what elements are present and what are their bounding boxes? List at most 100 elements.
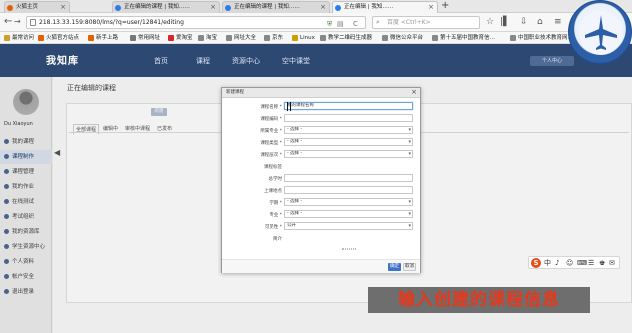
close-tab-icon[interactable]: × (428, 2, 434, 13)
menu-icon[interactable]: ☰ (588, 258, 594, 269)
menu-icon[interactable]: ≡ (554, 16, 562, 28)
page-info-icon[interactable] (30, 19, 36, 26)
close-tab-icon[interactable]: × (210, 2, 216, 13)
tab-label: 正在编辑的课程 | 我知…… (234, 4, 300, 10)
field-label: 课程类型 * (260, 141, 282, 146)
forward-icon[interactable]: → (14, 16, 21, 28)
browser-tab[interactable]: 正在编辑的课程 | 我知…… × (112, 1, 220, 13)
bookmark-item[interactable]: 网址大全 (226, 33, 256, 43)
browser-tab[interactable]: 正在编辑的课程 | 我知…… × (222, 1, 330, 13)
dialog-footer: 确定 取消 (222, 259, 420, 273)
bookmark-item[interactable]: 淘宝 (198, 33, 217, 43)
header-user-button[interactable]: 个人中心 (530, 56, 574, 66)
bookmark-icon (130, 35, 136, 41)
bookmark-icon (198, 35, 204, 41)
specialty-select[interactable]: - 选择 - ▾ (284, 210, 413, 218)
url-text: 218.13.33.159:8080/lms/?q=user/12841/edi… (39, 19, 184, 26)
bookmark-star-icon[interactable]: ☆ (486, 16, 494, 28)
location-input[interactable] (284, 186, 413, 194)
keyboard-icon[interactable]: ⌨ (577, 258, 587, 269)
resize-handle[interactable] (342, 248, 356, 250)
site-logo[interactable]: 我知库 (46, 52, 82, 67)
bookmark-item[interactable]: Linux (292, 33, 315, 43)
course-name-input[interactable]: 我的课程名称 (284, 102, 413, 110)
bookmark-item[interactable]: 京东 (264, 33, 283, 43)
field-label: 所属专业 * (260, 129, 282, 134)
bookmark-item[interactable]: 常用网址 (130, 33, 160, 43)
home-icon[interactable]: ⌂ (537, 16, 543, 28)
chinese-mode-icon[interactable]: 中 (544, 258, 551, 269)
bookmark-icon (168, 35, 174, 41)
chevron-down-icon: ▾ (408, 199, 411, 205)
course-code-input[interactable] (284, 114, 413, 122)
bookmark-item[interactable]: 中国职业技术教育网… (510, 33, 573, 43)
course-type-select[interactable]: - 选择 - ▾ (284, 138, 413, 146)
field-label: 课程名称 * (260, 105, 282, 110)
bookmark-icon (382, 35, 388, 41)
text-cursor-icon (287, 102, 291, 111)
total-hours-input[interactable] (284, 174, 413, 182)
sogou-logo-icon[interactable]: S (531, 258, 541, 268)
bookmark-icon (38, 35, 44, 41)
punctuation-icon[interactable]: ♪ (555, 258, 559, 269)
bookmark-icon (432, 35, 438, 41)
skin-icon[interactable]: ♚ (599, 258, 605, 269)
semester-select[interactable]: - 选择 - ▾ (284, 198, 413, 206)
field-label: 学期 * (269, 201, 282, 206)
new-tab-button[interactable]: + (441, 0, 449, 12)
search-input[interactable]: ⌕ 百度 <Ctrl+K> (372, 16, 480, 29)
bookmark-item[interactable]: 教学二维码生成器 (320, 33, 372, 43)
close-tab-icon[interactable]: × (60, 2, 66, 13)
video-caption: 输入创建的课程信息 (368, 287, 590, 313)
bookmark-item[interactable]: 新手上路 (88, 33, 118, 43)
institution-seal-logo (568, 0, 632, 64)
browser-tab-bar: 火狐主页 × 正在编辑的课程 | 我知…… × 正在编辑的课程 | 我知…… ×… (0, 0, 632, 13)
site-favicon-icon (225, 5, 231, 11)
reload-icon[interactable]: C (353, 19, 358, 30)
visibility-select[interactable]: 公开 ▾ (284, 222, 413, 230)
close-icon[interactable]: × (411, 88, 417, 97)
nav-home[interactable]: 首页 (154, 56, 168, 66)
bookmark-item[interactable]: 火狐官方站点 (38, 33, 79, 43)
site-favicon-icon (335, 5, 341, 11)
field-label: 简介 (273, 237, 282, 242)
nav-courses[interactable]: 课程 (196, 56, 210, 66)
site-header: 我知库 首页 课程 资源中心 空中课堂 个人中心 (0, 44, 632, 77)
airplane-icon (579, 11, 623, 55)
bookmark-item[interactable]: 微信公众平台 (382, 33, 423, 43)
create-course-dialog: 新建课程 × 课程名称 * 我的课程名称 课程编码 * 所属专业 * - 选择 … (221, 87, 421, 273)
bookmark-item[interactable]: 最常访问 (4, 33, 34, 43)
emoji-icon[interactable]: ☺ (566, 258, 573, 269)
back-icon[interactable]: ← (4, 16, 12, 28)
nav-live-class[interactable]: 空中课堂 (282, 56, 310, 66)
search-icon: ⌕ (376, 18, 380, 26)
bookmark-item[interactable]: 第十五届中国教育信… (432, 33, 495, 43)
reader-icon[interactable]: ▤ (337, 19, 344, 30)
chevron-down-icon: ▾ (408, 151, 411, 157)
bookmark-icon (264, 35, 270, 41)
confirm-button[interactable]: 确定 (388, 263, 401, 271)
bookmark-icon (4, 35, 10, 41)
site-favicon-icon (115, 5, 121, 11)
dialog-header: 新建课程 × (222, 88, 420, 98)
browser-tab[interactable]: 火狐主页 × (4, 1, 70, 13)
field-label: 专业 * (269, 213, 282, 218)
chevron-down-icon: ▾ (408, 223, 411, 229)
chevron-down-icon: ▾ (408, 211, 411, 217)
mail-icon[interactable]: ✉ (609, 258, 615, 269)
major-select[interactable]: - 选择 - ▾ (284, 126, 413, 134)
browser-tab-active[interactable]: 正在编辑 | 我知…… × (332, 1, 438, 13)
nav-resource-center[interactable]: 资源中心 (232, 56, 260, 66)
tab-label: 火狐主页 (16, 4, 39, 10)
close-tab-icon[interactable]: × (320, 2, 326, 13)
cancel-button[interactable]: 取消 (403, 263, 416, 271)
download-icon[interactable]: ⇩ (520, 16, 528, 28)
bookmark-item[interactable]: 爱淘宝 (168, 33, 193, 43)
url-input[interactable]: 218.13.33.159:8080/lms/?q=user/12841/edi… (26, 16, 366, 29)
ime-toolbar[interactable]: S 中 ♪ ☺ ⌨ ☰ ♚ ✉ (528, 256, 620, 269)
shield-icon[interactable]: ⛨ (327, 19, 332, 30)
bookmark-icon (226, 35, 232, 41)
field-label: 课程层次 * (260, 153, 282, 158)
course-level-select[interactable]: - 选择 - ▾ (284, 150, 413, 158)
library-icon[interactable]: |▌ (500, 16, 510, 28)
